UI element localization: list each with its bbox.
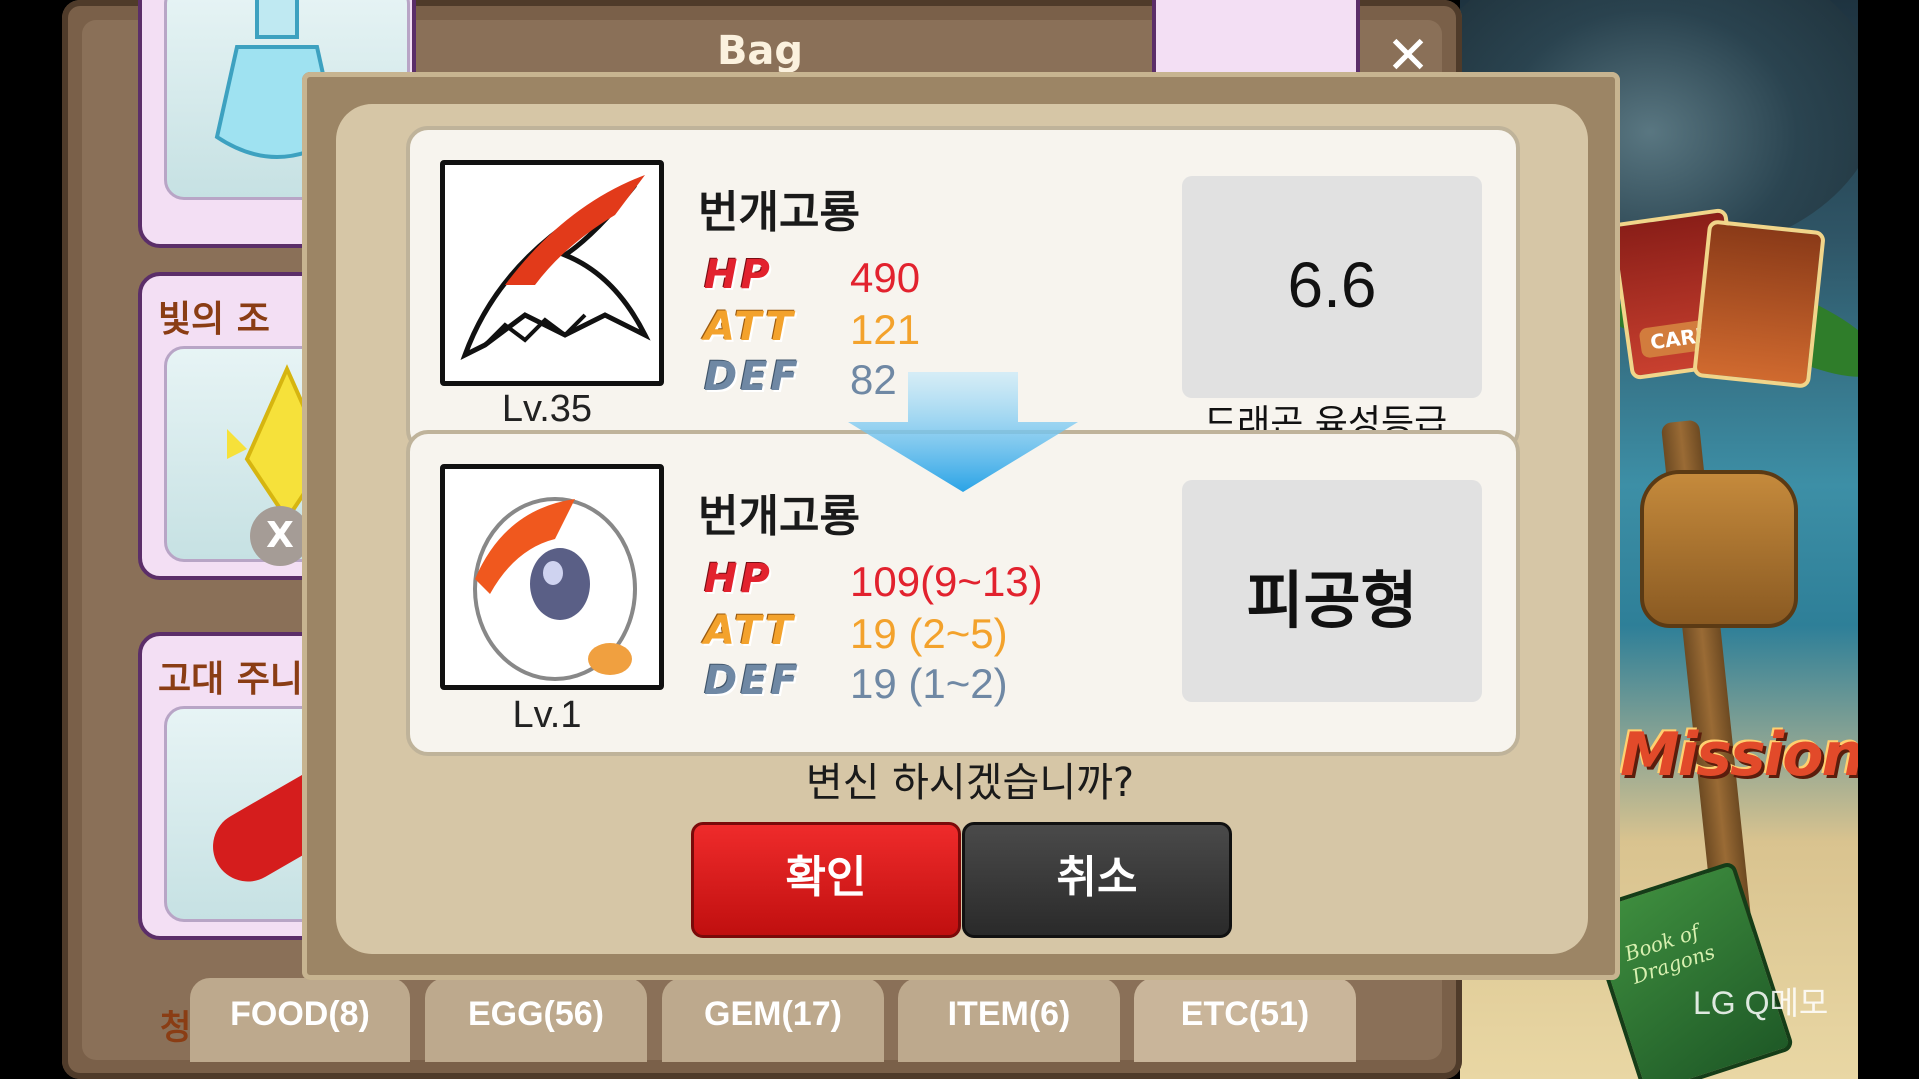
thunder-dragon-icon — [460, 175, 651, 361]
backpack-icon[interactable] — [1640, 470, 1798, 628]
down-arrow-icon — [848, 372, 1078, 492]
type-value: 피공형 — [1246, 564, 1418, 637]
type-box: 피공형 — [1182, 480, 1482, 702]
bag-item-label: 빛의 조 — [158, 299, 270, 340]
grade-box: 6.6 — [1182, 176, 1482, 398]
grade-value: 6.6 — [1287, 249, 1377, 321]
tab-item[interactable]: ITEM(6) — [898, 978, 1120, 1062]
hp-label: HP — [704, 252, 773, 298]
book-title: Book of Dragons — [1621, 919, 1718, 989]
def-label: DEF — [704, 658, 801, 704]
baby-dragon-icon — [473, 497, 637, 681]
att-label: ATT — [704, 304, 796, 350]
att-label: ATT — [704, 608, 796, 654]
tab-gem[interactable]: GEM(17) — [662, 978, 884, 1062]
result-dragon-name: 번개고룡 — [698, 491, 860, 542]
confirm-button[interactable]: 확인 — [691, 822, 961, 938]
cancel-button[interactable]: 취소 — [962, 822, 1232, 938]
game-screen: CARD Mission Book of Dragons Bag ✕ X 빛의 … — [0, 0, 1919, 1079]
mission-icon[interactable]: Mission — [1620, 720, 1859, 790]
partial-item-label: 청 — [160, 1008, 192, 1048]
hp-value: 109(9~13) — [850, 558, 1043, 605]
remove-badge[interactable]: X — [250, 506, 310, 566]
att-value: 19 (2~5) — [850, 610, 1008, 657]
dragon-portrait-baby — [440, 464, 664, 690]
current-level: Lv.35 — [501, 388, 593, 430]
current-dragon-name: 번개고룡 — [698, 187, 860, 238]
watermark: LG Q메모 — [1693, 985, 1829, 1021]
dragon-portrait-adult — [440, 160, 664, 386]
result-level: Lv.1 — [512, 694, 582, 736]
att-value: 121 — [850, 306, 921, 353]
def-label: DEF — [704, 354, 801, 400]
card-icon-2 — [1692, 219, 1826, 389]
hp-value: 490 — [850, 254, 921, 301]
bag-item-label: 고대 주니 — [158, 659, 304, 700]
right-letterbox — [1858, 0, 1919, 1079]
confirm-question: 변신 하시겠습니까? — [805, 760, 1135, 806]
tab-food[interactable]: FOOD(8) — [190, 978, 410, 1062]
bag-title: Bag — [716, 28, 804, 74]
tab-egg[interactable]: EGG(56) — [425, 978, 647, 1062]
def-value: 19 (1~2) — [850, 660, 1008, 707]
tab-etc[interactable]: ETC(51) — [1134, 978, 1356, 1062]
hp-label: HP — [704, 556, 773, 602]
